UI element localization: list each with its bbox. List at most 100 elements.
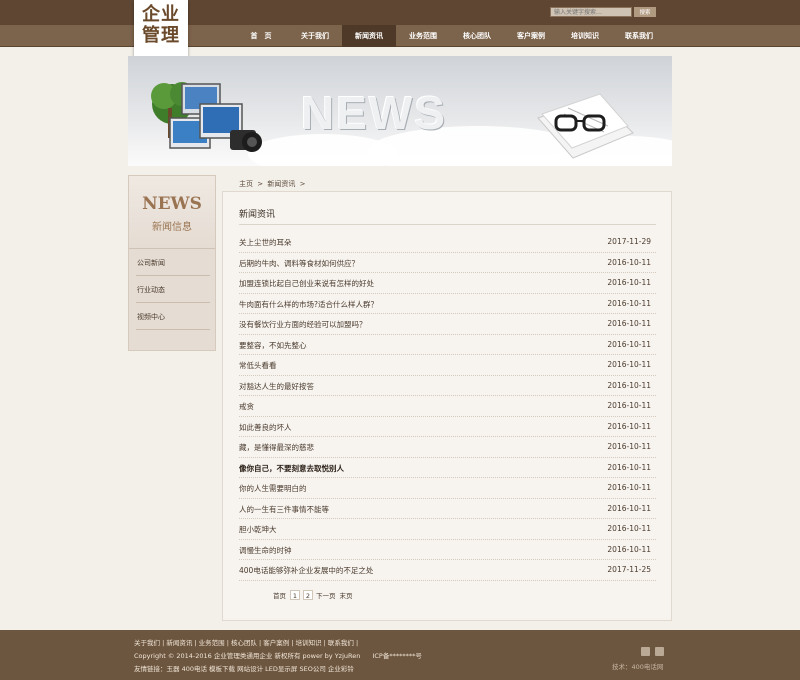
article-row[interactable]: 你的人生需要明白的 2016-10-11 bbox=[239, 478, 656, 499]
title-divider bbox=[239, 224, 656, 225]
nav-contact[interactable]: 联系我们 bbox=[612, 25, 666, 47]
main-nav: 首 页 关于我们 新闻资讯 业务范围 核心团队 客户案例 培训知识 联系我们 bbox=[234, 25, 666, 47]
pager-last[interactable]: 末页 bbox=[340, 590, 353, 600]
nav-business[interactable]: 业务范围 bbox=[396, 25, 450, 47]
article-row[interactable]: 藏，是懂得最深的慈悲 2016-10-11 bbox=[239, 437, 656, 458]
article-date: 2016-10-11 bbox=[607, 298, 651, 308]
article-date: 2016-10-11 bbox=[607, 319, 651, 328]
breadcrumb-separator: > bbox=[299, 180, 306, 188]
pager-next[interactable]: 下一页 bbox=[316, 590, 336, 600]
article-title-link[interactable]: 像你自己，不要刻意去取悦别人 bbox=[239, 463, 344, 474]
article-row[interactable]: 牛肉面有什么样的市场?适合什么样人群？ 2016-10-11 bbox=[239, 294, 656, 314]
breadcrumb-home[interactable]: 主页 bbox=[239, 180, 253, 188]
footer-copyright: Copyright © 2014-2016 企业管理类通用企业 新权所有 pow… bbox=[134, 650, 422, 660]
tech-support[interactable]: 技术：400电话网 bbox=[612, 661, 663, 671]
sidebar: NEWS 新闻信息 公司新闻 行业动态 视频中心 bbox=[128, 175, 216, 351]
footer: 关于我们 | 新闻资讯 | 业务范围 | 核心团队 | 客户案例 | 培训知识 … bbox=[0, 630, 800, 680]
article-row[interactable]: 没有餐饮行业方面的经验可以加盟吗？ 2016-10-11 bbox=[239, 314, 656, 335]
article-date: 2016-10-11 bbox=[607, 401, 651, 410]
article-date: 2016-10-11 bbox=[607, 544, 651, 554]
pager-first[interactable]: 首页 bbox=[273, 590, 286, 600]
article-title-link[interactable]: 藏，是懂得最深的慈悲 bbox=[239, 442, 314, 453]
article-title-link[interactable]: 后期的牛肉、调料等食材如何供应？ bbox=[239, 258, 359, 269]
article-date: 2016-10-11 bbox=[607, 339, 651, 349]
article-title-link[interactable]: 调慢生命的时钟 bbox=[239, 545, 292, 556]
nav-training[interactable]: 培训知识 bbox=[558, 25, 612, 47]
logo-line2: 管理 bbox=[142, 25, 180, 46]
article-date: 2016-10-11 bbox=[607, 503, 651, 513]
nav-about[interactable]: 关于我们 bbox=[288, 25, 342, 47]
breadcrumb: 主页 > 新闻资讯 > bbox=[239, 179, 307, 189]
article-title-link[interactable]: 常低头看看 bbox=[239, 360, 277, 371]
article-title-link[interactable]: 没有餐饮行业方面的经验可以加盟吗？ bbox=[239, 319, 367, 330]
article-row[interactable]: 胆小乾坤大 2016-10-11 bbox=[239, 519, 656, 540]
sidebar-item-industry[interactable]: 行业动态 bbox=[136, 277, 210, 303]
search-button[interactable]: 搜索 bbox=[634, 7, 656, 17]
banner-news-word: NEWS bbox=[301, 87, 447, 139]
pagination: 首页 1 2 下一页 末页 bbox=[273, 589, 357, 600]
article-title-link[interactable]: 加盟连锁比起自己创业来说有怎样的好处 bbox=[239, 278, 374, 289]
chat-icon[interactable] bbox=[655, 647, 664, 656]
nav-news[interactable]: 新闻资讯 bbox=[342, 25, 396, 47]
friend-links-list[interactable]: 玉器 400电话 模板下载 网站设计 LED显示屏 SEO公司 企业彩铃 bbox=[167, 665, 354, 673]
article-row[interactable]: 像你自己，不要刻意去取悦别人 2016-10-11 bbox=[239, 458, 656, 478]
article-date: 2016-10-11 bbox=[607, 442, 651, 451]
footer-links[interactable]: 关于我们 | 新闻资讯 | 业务范围 | 核心团队 | 客户案例 | 培训知识 … bbox=[134, 637, 358, 647]
logo-line1: 企业 bbox=[142, 4, 180, 25]
sidebar-title-en: NEWS bbox=[142, 194, 202, 214]
nav-cases[interactable]: 客户案例 bbox=[504, 25, 558, 47]
article-row[interactable]: 后期的牛肉、调料等食材如何供应？ 2016-10-11 bbox=[239, 253, 656, 273]
article-date: 2016-10-11 bbox=[607, 380, 651, 390]
article-row[interactable]: 对豁达人生的最好按答 2016-10-11 bbox=[239, 376, 656, 396]
article-row[interactable]: 要整容，不如先整心 2016-10-11 bbox=[239, 335, 656, 355]
sidebar-title-cn: 新闻信息 bbox=[152, 222, 192, 233]
article-date: 2016-10-11 bbox=[607, 257, 651, 267]
breadcrumb-current[interactable]: 新闻资讯 bbox=[267, 180, 295, 188]
article-row[interactable]: 如此善良的坏人 2016-10-11 bbox=[239, 417, 656, 437]
article-row[interactable]: 常低头看看 2016-10-11 bbox=[239, 355, 656, 376]
article-row[interactable]: 关上尘世的耳朵 2017-11-29 bbox=[239, 232, 656, 253]
friend-links: 友情链接：玉器 400电话 模板下载 网站设计 LED显示屏 SEO公司 企业彩… bbox=[134, 663, 354, 673]
article-title-link[interactable]: 你的人生需要明白的 bbox=[239, 483, 307, 494]
article-row[interactable]: 调慢生命的时钟 2016-10-11 bbox=[239, 540, 656, 560]
nav-home[interactable]: 首 页 bbox=[234, 25, 288, 47]
article-row[interactable]: 400电话能够弥补企业发展中的不足之处 2017-11-25 bbox=[239, 560, 656, 581]
article-row[interactable]: 人的一生有三件事情不能等 2016-10-11 bbox=[239, 499, 656, 519]
article-title-link[interactable]: 胆小乾坤大 bbox=[239, 524, 277, 535]
article-title-link[interactable]: 戒贪 bbox=[239, 401, 254, 412]
sidebar-header: NEWS 新闻信息 bbox=[129, 176, 215, 249]
page-title: 新闻资讯 bbox=[239, 210, 276, 220]
newspaper-glasses-illustration bbox=[537, 93, 634, 159]
article-list: 关上尘世的耳朵 2017-11-29 后期的牛肉、调料等食材如何供应？ 2016-10… bbox=[239, 232, 656, 581]
breadcrumb-separator: > bbox=[257, 180, 264, 188]
site-logo[interactable]: 企业 管理 bbox=[134, 0, 188, 68]
article-date: 2016-10-11 bbox=[607, 524, 651, 533]
article-title-link[interactable]: 如此善良的坏人 bbox=[239, 422, 292, 433]
article-date: 2017-11-25 bbox=[607, 565, 651, 574]
friend-links-label: 友情链接： bbox=[134, 665, 167, 673]
article-date: 2016-10-11 bbox=[607, 360, 651, 369]
article-title-link[interactable]: 关上尘世的耳朵 bbox=[239, 237, 292, 248]
article-title-link[interactable]: 400电话能够弥补企业发展中的不足之处 bbox=[239, 565, 373, 576]
article-title-link[interactable]: 对豁达人生的最好按答 bbox=[239, 381, 314, 392]
article-title-link[interactable]: 要整容，不如先整心 bbox=[239, 340, 307, 351]
article-date: 2016-10-11 bbox=[607, 462, 651, 472]
icp-link[interactable]: ICP备********号 bbox=[372, 652, 421, 660]
pager-page-2[interactable]: 2 bbox=[303, 589, 313, 600]
copyright-text: Copyright © 2014-2016 企业管理类通用企业 新权所有 pow… bbox=[134, 652, 361, 660]
pager-page-1[interactable]: 1 bbox=[290, 589, 300, 600]
article-date: 2016-10-11 bbox=[607, 278, 651, 287]
article-date: 2016-10-11 bbox=[607, 421, 651, 431]
news-banner: NEWS bbox=[128, 56, 672, 166]
sidebar-item-company-news[interactable]: 公司新闻 bbox=[136, 250, 210, 276]
media-devices-illustration bbox=[151, 82, 262, 152]
rss-icon[interactable] bbox=[641, 647, 650, 656]
top-bar bbox=[0, 0, 800, 25]
nav-team[interactable]: 核心团队 bbox=[450, 25, 504, 47]
article-title-link[interactable]: 人的一生有三件事情不能等 bbox=[239, 504, 329, 515]
article-row[interactable]: 戒贪 2016-10-11 bbox=[239, 396, 656, 417]
article-row[interactable]: 加盟连锁比起自己创业来说有怎样的好处 2016-10-11 bbox=[239, 273, 656, 294]
article-title-link[interactable]: 牛肉面有什么样的市场?适合什么样人群？ bbox=[239, 299, 378, 310]
sidebar-item-video[interactable]: 视频中心 bbox=[136, 304, 210, 330]
search-input[interactable] bbox=[550, 7, 632, 17]
